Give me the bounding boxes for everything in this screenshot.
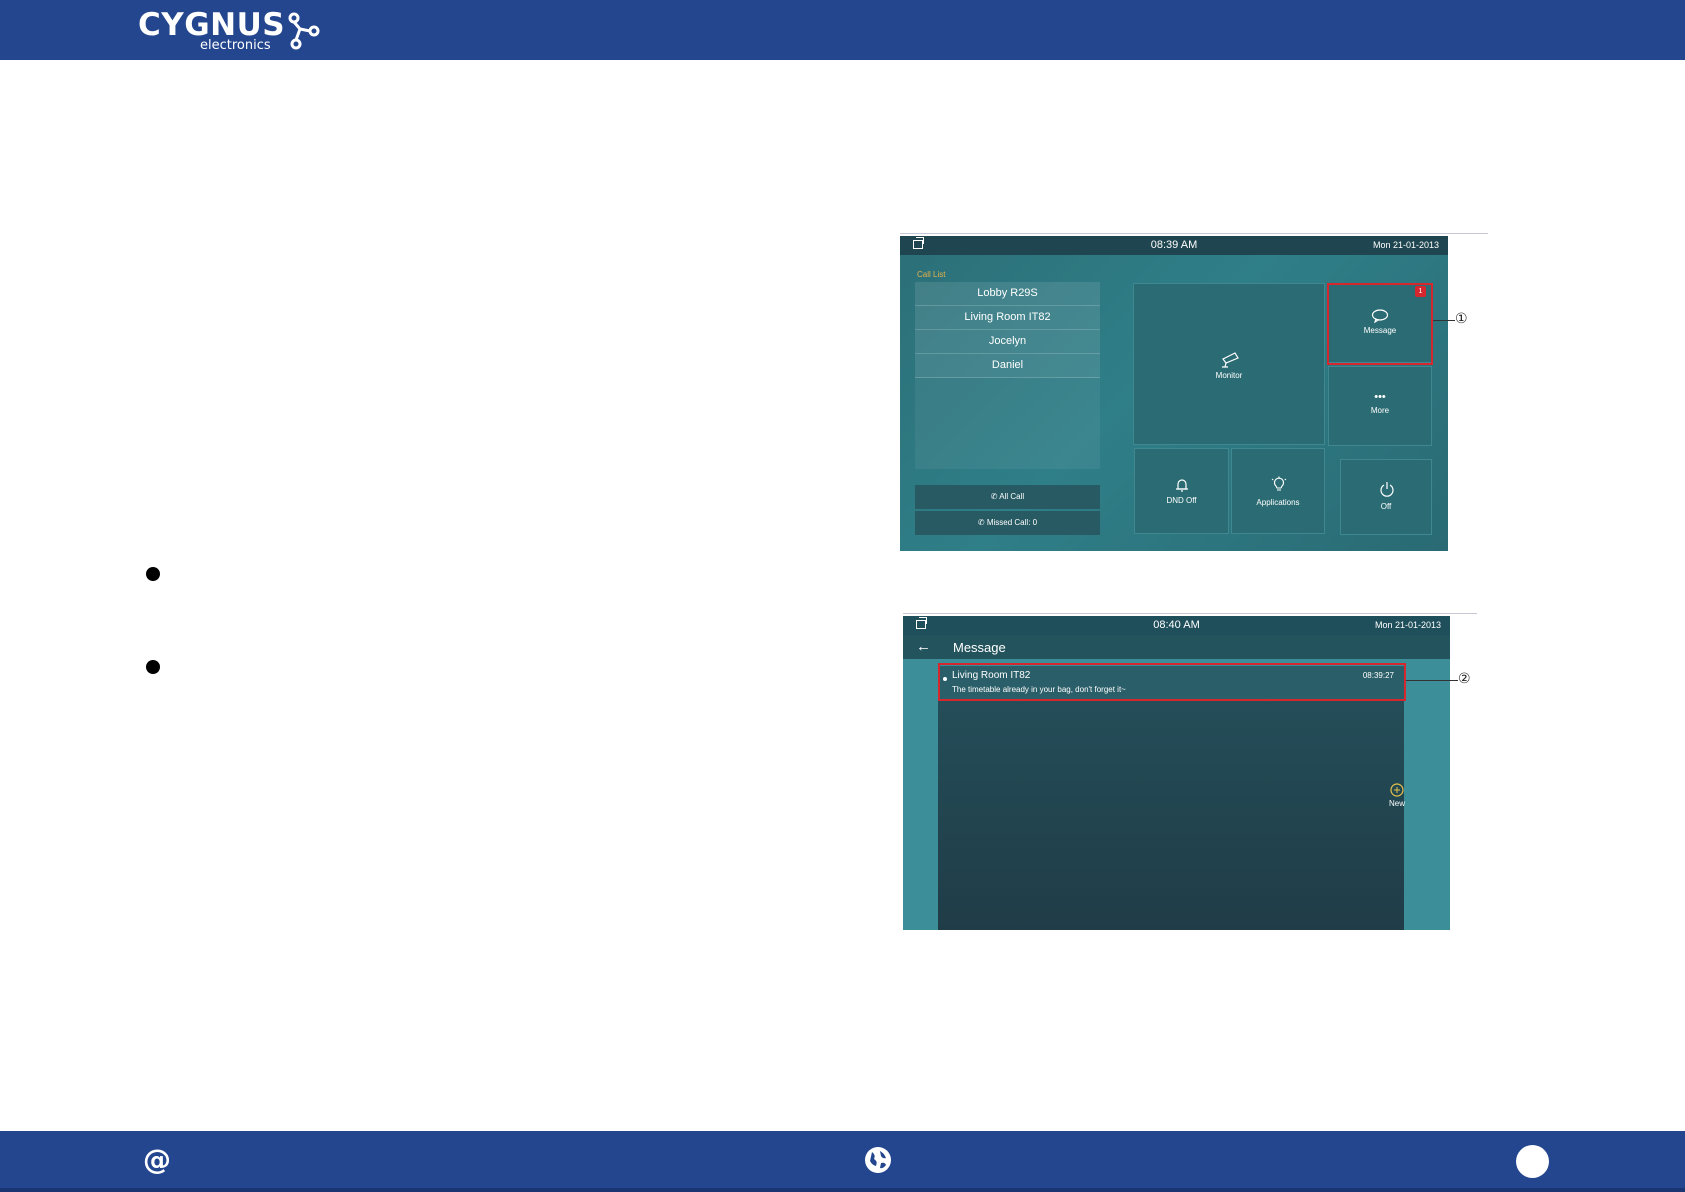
- call-list-item[interactable]: Daniel: [915, 354, 1100, 378]
- call-list-item[interactable]: Jocelyn: [915, 330, 1100, 354]
- all-call-label: All Call: [999, 492, 1025, 501]
- call-list-item[interactable]: Living Room IT82: [915, 306, 1100, 330]
- top-banner: CYGNUS electronics: [0, 0, 1685, 60]
- camera-icon: [1222, 352, 1239, 368]
- all-call-button[interactable]: ✆ All Call: [915, 485, 1100, 509]
- message-header: ← Message: [903, 635, 1450, 659]
- callout-line-2: [1406, 680, 1458, 681]
- brand-name: CYGNUS: [138, 7, 286, 43]
- callout-number-1: ①: [1455, 311, 1468, 327]
- applications-label: Applications: [1256, 498, 1300, 507]
- lightbulb-icon: [1271, 476, 1287, 491]
- dnd-tile[interactable]: DND Off: [1134, 448, 1229, 534]
- bullet-point-1: [146, 567, 160, 581]
- monitor-label: Monitor: [1215, 371, 1243, 380]
- brand-sub: electronics: [200, 38, 271, 53]
- circle-icon: [1516, 1145, 1549, 1178]
- missed-call-button[interactable]: ✆ Missed Call: 0: [915, 511, 1100, 535]
- status-date: Mon 21-01-2013: [1374, 620, 1441, 630]
- more-dots-icon: •••: [1374, 391, 1386, 403]
- call-list: Lobby R29S Living Room IT82 Jocelyn Dani…: [915, 282, 1100, 469]
- home-screen-figure: 08:39 AM Mon 21-01-2013 Call List Lobby …: [900, 236, 1448, 551]
- off-label: Off: [1380, 502, 1392, 511]
- status-time: 08:40 AM: [1153, 619, 1200, 631]
- figure2-top-rule: [903, 613, 1477, 614]
- bell-icon: [1176, 479, 1188, 492]
- message-highlight-box: [938, 663, 1406, 701]
- phone-icon: ✆: [990, 492, 998, 501]
- globe-icon: [865, 1147, 891, 1173]
- call-list-title: Call List: [917, 270, 946, 279]
- bottom-strip: [0, 1188, 1685, 1192]
- applications-tile[interactable]: Applications: [1231, 448, 1325, 534]
- logo-mark-icon: [288, 12, 320, 50]
- message-page-title: Message: [953, 640, 1006, 655]
- callout-number-2: ②: [1458, 671, 1471, 687]
- brand-logo: CYGNUS electronics: [138, 7, 320, 53]
- dnd-label: DND Off: [1166, 496, 1197, 505]
- status-bar: 08:39 AM Mon 21-01-2013: [900, 236, 1448, 255]
- bullet-point-2: [146, 660, 160, 674]
- back-arrow-icon[interactable]: ←: [916, 638, 931, 655]
- more-tile[interactable]: ••• More: [1328, 366, 1432, 446]
- at-icon: @: [143, 1143, 171, 1176]
- missed-call-icon: ✆: [977, 518, 985, 527]
- new-icon: [1390, 783, 1404, 797]
- power-icon: [1380, 482, 1394, 497]
- call-list-item[interactable]: Lobby R29S: [915, 282, 1100, 306]
- figure1-top-rule: [900, 233, 1488, 234]
- message-screen-figure: 08:40 AM Mon 21-01-2013 ← Message Living…: [903, 616, 1450, 930]
- status-date: Mon 21-01-2013: [1372, 240, 1439, 250]
- status-time: 08:39 AM: [1150, 239, 1198, 251]
- more-label: More: [1370, 406, 1390, 415]
- callout-line-1: [1433, 320, 1455, 321]
- new-label: New: [1388, 799, 1405, 808]
- new-message-button[interactable]: New: [1383, 783, 1411, 808]
- missed-call-label: Missed Call: 0: [986, 518, 1038, 527]
- bottom-banner: [0, 1131, 1685, 1192]
- status-bar: 08:40 AM Mon 21-01-2013: [903, 616, 1450, 635]
- off-tile[interactable]: Off: [1340, 459, 1432, 535]
- monitor-tile[interactable]: Monitor: [1133, 283, 1325, 445]
- message-highlight-box: [1327, 283, 1433, 365]
- message-list-panel: [938, 666, 1404, 930]
